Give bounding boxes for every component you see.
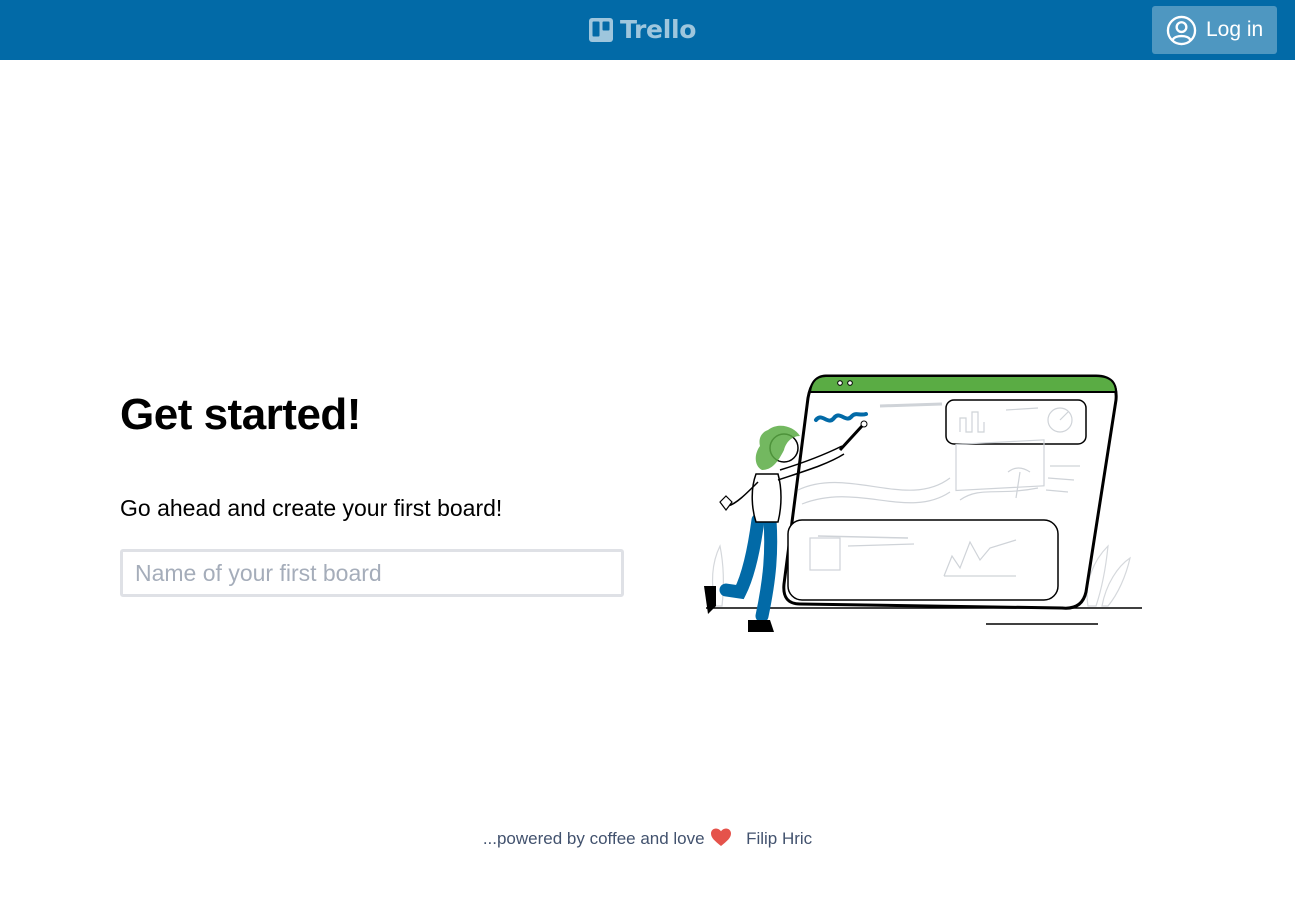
trello-logo[interactable]: Trello (589, 15, 696, 45)
author-link[interactable]: Filip Hric (746, 829, 812, 848)
board-name-input[interactable] (120, 549, 624, 597)
login-label: Log in (1206, 18, 1264, 41)
footer-text: ...powered by coffee and love (482, 829, 705, 848)
logo-text: Trello (620, 15, 697, 44)
page-subtitle: Go ahead and create your first board! (120, 495, 503, 521)
trello-board-icon (589, 18, 613, 42)
login-button[interactable]: Log in (1152, 6, 1277, 54)
top-navigation-bar: Trello Log in (0, 0, 1295, 60)
user-circle-icon (1166, 15, 1197, 45)
page-title: Get started! (120, 390, 361, 439)
page-footer: ...powered by coffee and love Filip Hric (0, 828, 1295, 850)
heart-icon (711, 828, 732, 847)
person-painting-board-illustration (704, 374, 1142, 632)
